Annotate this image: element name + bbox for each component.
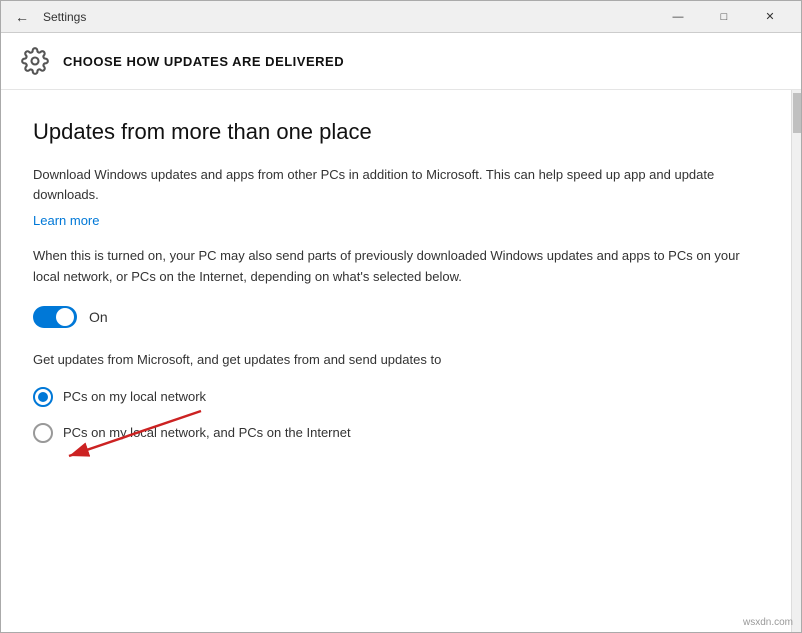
gear-icon [21, 47, 49, 75]
toggle-switch[interactable] [33, 306, 77, 328]
description-2: When this is turned on, your PC may also… [33, 246, 759, 288]
main-heading: Updates from more than one place [33, 118, 759, 147]
learn-more-link[interactable]: Learn more [33, 213, 99, 228]
toggle-thumb [56, 308, 74, 326]
maximize-button[interactable]: □ [701, 1, 747, 33]
scrollbar-thumb[interactable] [793, 93, 801, 133]
watermark: wsxdn.com [743, 617, 793, 628]
content-area: Updates from more than one place Downloa… [1, 90, 801, 632]
window-title: Settings [43, 10, 86, 24]
toggle-label: On [89, 309, 108, 325]
radio-internet-label: PCs on my local network, and PCs on the … [63, 425, 351, 440]
header-bar: CHOOSE HOW UPDATES ARE DELIVERED [1, 33, 801, 90]
description-1: Download Windows updates and apps from o… [33, 165, 759, 207]
main-content: Updates from more than one place Downloa… [1, 90, 791, 632]
title-bar: ← Settings — □ ✕ [1, 1, 801, 33]
close-button[interactable]: ✕ [747, 1, 793, 33]
toggle-row: On [33, 306, 759, 328]
section-description: Get updates from Microsoft, and get upda… [33, 350, 759, 371]
radio-local-label: PCs on my local network [63, 389, 206, 404]
radio-local-circle[interactable] [33, 387, 53, 407]
window-controls: — □ ✕ [655, 1, 793, 33]
radio-internet-circle[interactable] [33, 423, 53, 443]
scrollbar-track [791, 90, 801, 632]
radio-option-internet[interactable]: PCs on my local network, and PCs on the … [33, 423, 759, 443]
title-bar-left: ← Settings [9, 7, 655, 27]
settings-window: ← Settings — □ ✕ CHOOSE HOW UPDATES ARE … [0, 0, 802, 633]
minimize-button[interactable]: — [655, 1, 701, 33]
back-button[interactable]: ← [9, 7, 35, 27]
header-title: CHOOSE HOW UPDATES ARE DELIVERED [63, 54, 344, 69]
radio-option-local[interactable]: PCs on my local network [33, 387, 759, 407]
